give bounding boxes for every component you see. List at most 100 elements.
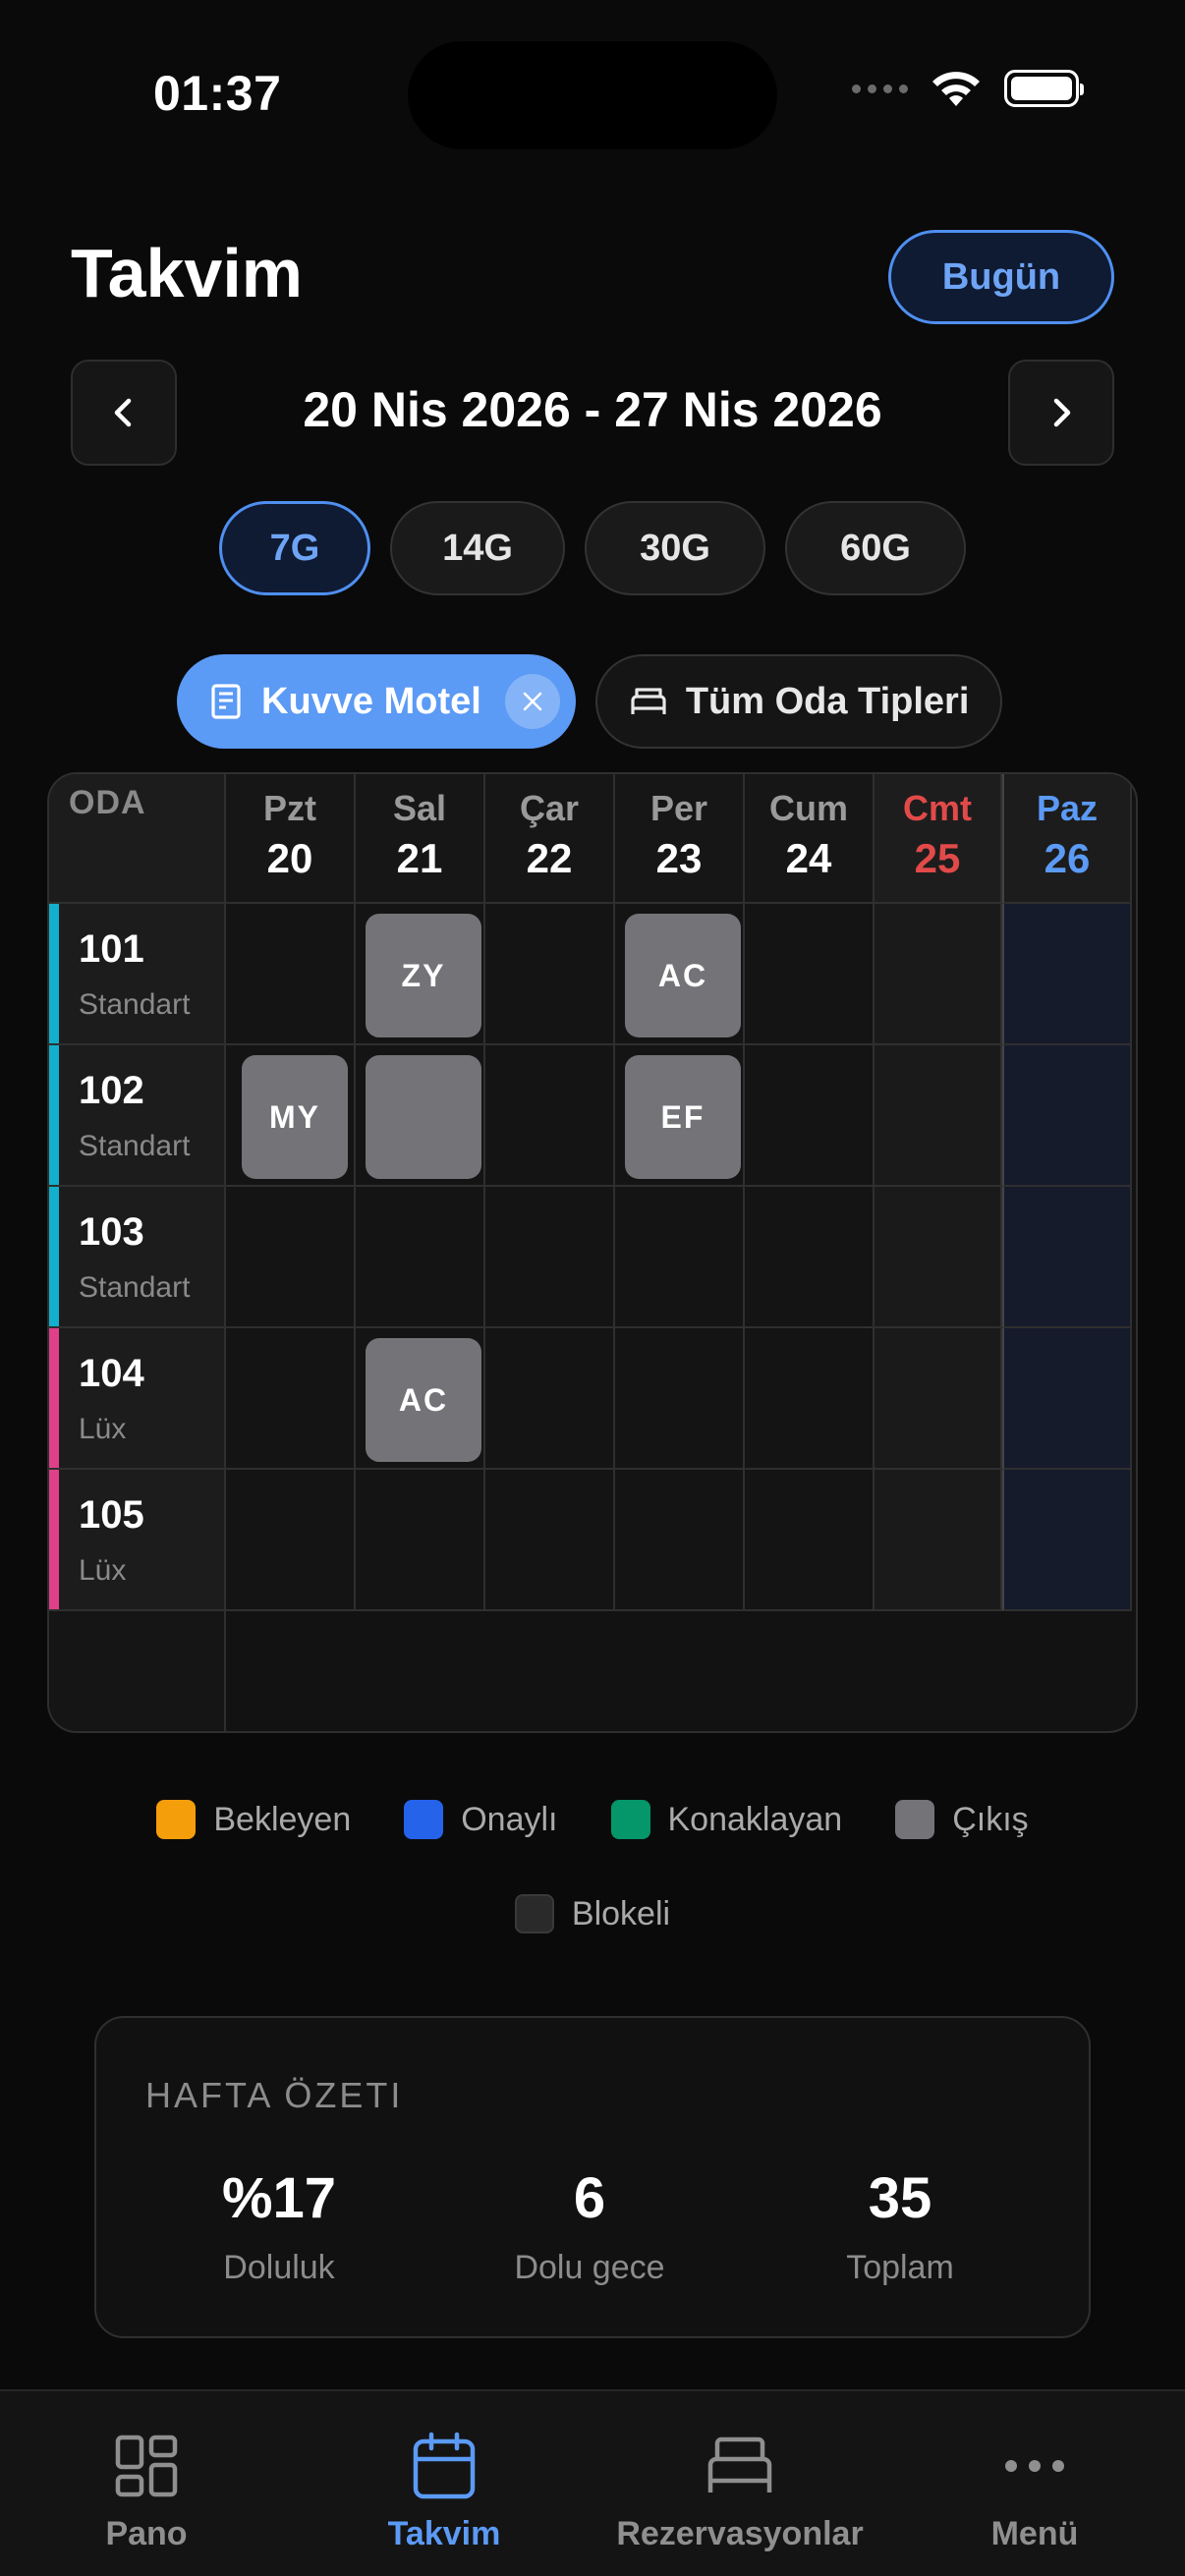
room-type-color-bar bbox=[49, 1187, 59, 1326]
calendar-cell[interactable] bbox=[1002, 1187, 1132, 1328]
occupied-nights-label: Dolu gece bbox=[514, 2249, 665, 2286]
day-name: Çar bbox=[519, 788, 580, 828]
calendar-cell[interactable] bbox=[485, 1328, 615, 1470]
calendar-cell[interactable] bbox=[875, 1328, 1002, 1470]
booking-block[interactable]: AC bbox=[366, 1338, 481, 1462]
calendar-cell[interactable] bbox=[615, 1187, 745, 1328]
legend-label: Çıkış bbox=[952, 1800, 1029, 1838]
legend-swatch bbox=[404, 1800, 444, 1839]
tab-pano[interactable]: Pano bbox=[63, 2431, 230, 2553]
calendar-cell[interactable] bbox=[1002, 1328, 1132, 1470]
calendar-cell[interactable] bbox=[485, 1045, 615, 1187]
occupancy-value: %17 bbox=[221, 2166, 337, 2230]
room-type-label: Standart bbox=[79, 1271, 191, 1304]
calendar-cell[interactable] bbox=[875, 904, 1002, 1045]
legend-label: Onaylı bbox=[461, 1800, 558, 1838]
day-header: Cmt 25 bbox=[875, 774, 1002, 904]
calendar-cell[interactable] bbox=[875, 1470, 1002, 1611]
filter-row: Kuvve Motel Tüm Oda Tipleri bbox=[177, 654, 1003, 749]
calendar-cell[interactable] bbox=[875, 1187, 1002, 1328]
day-header: Per 23 bbox=[615, 774, 745, 904]
room-column-header: ODA bbox=[49, 774, 226, 904]
status-legend: Bekleyen Onaylı Konaklayan Çıkış Blokeli bbox=[0, 1798, 1185, 1935]
room-number: 103 bbox=[79, 1210, 144, 1254]
summary-title: HAFTA ÖZETI bbox=[145, 2075, 404, 2115]
calendar-cell[interactable] bbox=[615, 1328, 745, 1470]
range-chip-14g[interactable]: 14G bbox=[390, 501, 565, 595]
calendar-cell[interactable] bbox=[1002, 1470, 1132, 1611]
room-row-header: 102 Standart bbox=[49, 1045, 226, 1187]
more-icon bbox=[1005, 2460, 1064, 2472]
calendar-cell[interactable] bbox=[615, 1470, 745, 1611]
calendar-cell[interactable] bbox=[226, 1187, 356, 1328]
range-chip-60g[interactable]: 60G bbox=[785, 501, 966, 595]
tab-rezervasyonlar[interactable]: Rezervasyonlar bbox=[595, 2431, 884, 2553]
calendar-cell[interactable] bbox=[485, 1187, 615, 1328]
page-title: Takvim bbox=[71, 235, 304, 311]
calendar-cell[interactable] bbox=[356, 1187, 485, 1328]
booking-block[interactable]: EF bbox=[625, 1055, 741, 1179]
calendar-cell[interactable] bbox=[485, 1470, 615, 1611]
calendar-cell[interactable] bbox=[226, 1328, 356, 1470]
calendar-cell[interactable] bbox=[226, 1470, 356, 1611]
room-number: 102 bbox=[79, 1069, 144, 1112]
total-value: 35 bbox=[868, 2166, 932, 2230]
day-number: 26 bbox=[1044, 835, 1091, 881]
next-week-button[interactable] bbox=[1008, 360, 1114, 466]
booking-block[interactable]: AC bbox=[625, 914, 741, 1037]
calendar-icon bbox=[413, 2432, 476, 2499]
range-chip-7g[interactable]: 7G bbox=[219, 501, 370, 595]
clear-hotel-filter-button[interactable] bbox=[504, 674, 560, 729]
occupied-nights-stat: 6 Dolu gece bbox=[442, 2165, 737, 2287]
legend-item: Onaylı bbox=[404, 1798, 558, 1841]
room-number: 105 bbox=[79, 1493, 144, 1537]
calendar-cell[interactable] bbox=[1002, 1045, 1132, 1187]
calendar-cell[interactable] bbox=[1002, 904, 1132, 1045]
day-name: Paz bbox=[1036, 788, 1099, 828]
grid-footer-spacer bbox=[49, 1611, 226, 1731]
room-column-header-label: ODA bbox=[69, 784, 146, 821]
room-row-header: 104 Lüx bbox=[49, 1328, 226, 1470]
chevron-left-icon bbox=[114, 398, 132, 427]
calendar-cell[interactable] bbox=[745, 1470, 875, 1611]
calendar-cell[interactable] bbox=[745, 1187, 875, 1328]
tab-menu[interactable]: Menü bbox=[951, 2431, 1118, 2553]
room-type-label: Lüx bbox=[79, 1413, 127, 1445]
legend-swatch bbox=[156, 1800, 197, 1839]
calendar-cell[interactable] bbox=[875, 1045, 1002, 1187]
legend-item: Bekleyen bbox=[156, 1798, 351, 1841]
legend-item: Çıkış bbox=[895, 1798, 1029, 1841]
day-number: 20 bbox=[266, 835, 313, 881]
booking-block[interactable] bbox=[366, 1055, 481, 1179]
legend-swatch bbox=[895, 1800, 935, 1839]
today-button[interactable]: Bugün bbox=[888, 230, 1114, 324]
range-chip-30g[interactable]: 30G bbox=[585, 501, 765, 595]
room-type-filter-chip[interactable]: Tüm Oda Tipleri bbox=[594, 654, 1003, 749]
hotel-filter-chip[interactable]: Kuvve Motel bbox=[177, 654, 576, 749]
bed-icon bbox=[707, 2436, 772, 2492]
bottom-tab-bar: Pano Takvim Rezervasyonlar Menü bbox=[0, 2389, 1185, 2576]
room-calendar-grid: ODA Pzt 20 Sal 21 Çar 22 Per 23 Cum 24 Cmt 25 Paz 26 1… bbox=[47, 772, 1138, 1733]
range-selector: 7G 14G 30G 60G bbox=[0, 501, 1185, 595]
week-summary-card: HAFTA ÖZETI %17 Doluluk 6 Dolu gece 35 T… bbox=[94, 2016, 1091, 2338]
calendar-cell[interactable] bbox=[745, 1045, 875, 1187]
day-name: Pzt bbox=[263, 788, 316, 828]
legend-swatch bbox=[514, 1894, 554, 1933]
calendar-cell[interactable] bbox=[485, 904, 615, 1045]
cellular-signal-icon bbox=[852, 84, 908, 93]
calendar-cell[interactable] bbox=[745, 904, 875, 1045]
day-name: Sal bbox=[392, 788, 447, 828]
total-label: Toplam bbox=[846, 2249, 954, 2286]
booking-block[interactable]: ZY bbox=[366, 914, 481, 1037]
day-header: Pzt 20 bbox=[226, 774, 356, 904]
calendar-cell[interactable] bbox=[745, 1328, 875, 1470]
booking-block[interactable]: MY bbox=[242, 1055, 348, 1179]
tab-takvim[interactable]: Takvim bbox=[356, 2431, 533, 2553]
calendar-cell[interactable] bbox=[226, 904, 356, 1045]
status-time: 01:37 bbox=[153, 66, 282, 121]
calendar-cell[interactable] bbox=[356, 1470, 485, 1611]
total-stat: 35 Toplam bbox=[753, 2165, 1047, 2287]
previous-week-button[interactable] bbox=[71, 360, 177, 466]
room-type-label: Standart bbox=[79, 988, 191, 1021]
occupancy-stat: %17 Doluluk bbox=[132, 2165, 426, 2287]
